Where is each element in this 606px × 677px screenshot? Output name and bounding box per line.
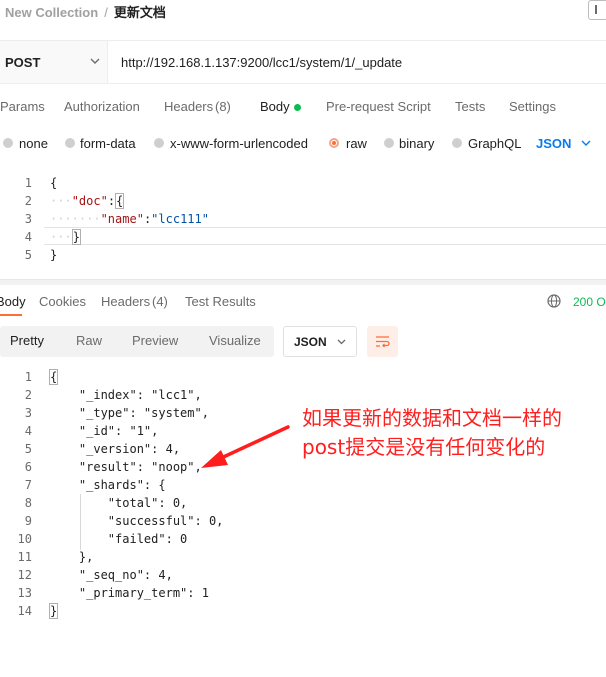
tab-settings[interactable]: Settings (509, 99, 556, 114)
label-urlencoded[interactable]: x-www-form-urlencoded (170, 136, 308, 151)
tab-headers-count: (8) (215, 99, 231, 114)
line-number: 2 (24, 388, 32, 402)
tab-pre-request-script[interactable]: Pre-request Script (326, 99, 431, 114)
edit-icon[interactable] (588, 0, 606, 20)
annotation-arrow (201, 425, 290, 468)
view-pretty[interactable]: Pretty (10, 333, 44, 348)
line-number: 4 (24, 230, 32, 244)
tab-authorization[interactable]: Authorization (64, 99, 140, 114)
tab-cookies[interactable]: Cookies (39, 294, 86, 309)
line-number: 9 (24, 514, 32, 528)
tab-response-headers-count: (4) (152, 294, 168, 309)
line-number: 7 (24, 478, 32, 492)
line-number: 3 (24, 212, 32, 226)
line-number: 14 (17, 604, 32, 618)
chevron-down-icon (581, 140, 591, 146)
annotation-line: post提交是没有任何变化的 (302, 435, 546, 459)
label-binary[interactable]: binary (399, 136, 434, 151)
response-format-select[interactable]: JSON (283, 326, 357, 357)
radio-graphql[interactable] (452, 138, 462, 148)
radio-raw[interactable] (329, 138, 339, 148)
line-number: 13 (17, 586, 32, 600)
line-number: 1 (24, 176, 32, 190)
code-line: } (50, 248, 58, 262)
response-code-line: "total": 0, (50, 496, 188, 510)
line-number: 10 (17, 532, 32, 546)
tab-params[interactable]: Params (0, 99, 45, 114)
response-code-line: { (48, 369, 59, 385)
annotation-line: 如果更新的数据和文档一样的 (302, 406, 562, 430)
line-number: 4 (24, 424, 32, 438)
line-number: 2 (24, 194, 32, 208)
response-code-line: "_seq_no": 4, (50, 568, 173, 582)
response-code-line: "failed": 0 (50, 532, 188, 546)
line-number: 8 (24, 496, 32, 510)
tab-tests[interactable]: Tests (455, 99, 485, 114)
line-number: 12 (17, 568, 32, 582)
label-raw[interactable]: raw (346, 136, 367, 151)
response-format-label: JSON (294, 335, 327, 349)
line-number: 3 (24, 406, 32, 420)
method-select[interactable]: POST (0, 41, 108, 83)
label-graphql[interactable]: GraphQL (468, 136, 521, 151)
line-number: 11 (17, 550, 32, 564)
code-line: ···"doc":{ (50, 193, 125, 209)
active-tab-underline (0, 314, 22, 316)
method-label: POST (5, 55, 41, 70)
response-code-line: "_type": "system", (50, 406, 209, 420)
label-none[interactable]: none (19, 136, 48, 151)
response-code-line: "_shards": { (50, 478, 166, 492)
breadcrumb-request-name[interactable]: 更新文档 (114, 5, 166, 20)
code-line: ···} (50, 229, 81, 245)
response-code-line: }, (50, 550, 94, 564)
label-form-data[interactable]: form-data (80, 136, 136, 151)
response-code-line: "_primary_term": 1 (50, 586, 209, 600)
view-raw[interactable]: Raw (76, 333, 102, 348)
view-visualize[interactable]: Visualize (209, 333, 261, 348)
view-preview[interactable]: Preview (132, 333, 178, 348)
line-number: 6 (24, 460, 32, 474)
wrap-lines-button[interactable] (367, 326, 398, 357)
line-number: 5 (24, 248, 32, 262)
url-input[interactable]: http://192.168.1.137:9200/lcc1/system/1/… (121, 55, 402, 70)
wrap-lines-icon (376, 336, 390, 348)
tab-test-results[interactable]: Test Results (185, 294, 256, 309)
chevron-down-icon (90, 58, 100, 64)
code-line: ·······"name":"lcc111" (50, 212, 209, 226)
radio-none[interactable] (3, 138, 13, 148)
breadcrumb: New Collection / 更新文档 (5, 2, 166, 21)
tab-body[interactable]: Body (260, 99, 290, 114)
view-mode-switch: Pretty Raw Preview Visualize (0, 326, 274, 357)
breadcrumb-collection[interactable]: New Collection (5, 5, 98, 20)
status-code[interactable]: 200 O (573, 295, 606, 309)
response-code-line: "_id": "1", (50, 424, 159, 438)
chevron-down-icon (337, 339, 346, 345)
globe-icon[interactable] (547, 294, 561, 308)
radio-urlencoded[interactable] (154, 138, 164, 148)
pane-divider[interactable] (0, 279, 606, 285)
body-active-dot (294, 104, 301, 111)
line-number: 5 (24, 442, 32, 456)
tab-headers[interactable]: Headers (164, 99, 213, 114)
radio-binary[interactable] (384, 138, 394, 148)
annotation-text: 如果更新的数据和文档一样的 post提交是没有任何变化的 (302, 404, 562, 462)
response-code-line: "_version": 4, (50, 442, 181, 456)
breadcrumb-separator: / (104, 5, 108, 20)
url-bar: POST http://192.168.1.137:9200/lcc1/syst… (0, 40, 606, 84)
response-code-line: "_index": "lcc1", (50, 388, 202, 402)
tab-response-headers[interactable]: Headers (101, 294, 150, 309)
tab-response-body[interactable]: Body (0, 294, 26, 309)
radio-form-data[interactable] (65, 138, 75, 148)
response-code-line: "result": "noop", (50, 460, 202, 474)
response-code-line: } (48, 603, 59, 619)
line-number: 1 (24, 370, 32, 384)
code-line: { (50, 176, 58, 190)
response-code-line: "successful": 0, (50, 514, 224, 528)
body-format-select[interactable]: JSON (536, 136, 571, 151)
current-line-highlight (44, 227, 606, 245)
